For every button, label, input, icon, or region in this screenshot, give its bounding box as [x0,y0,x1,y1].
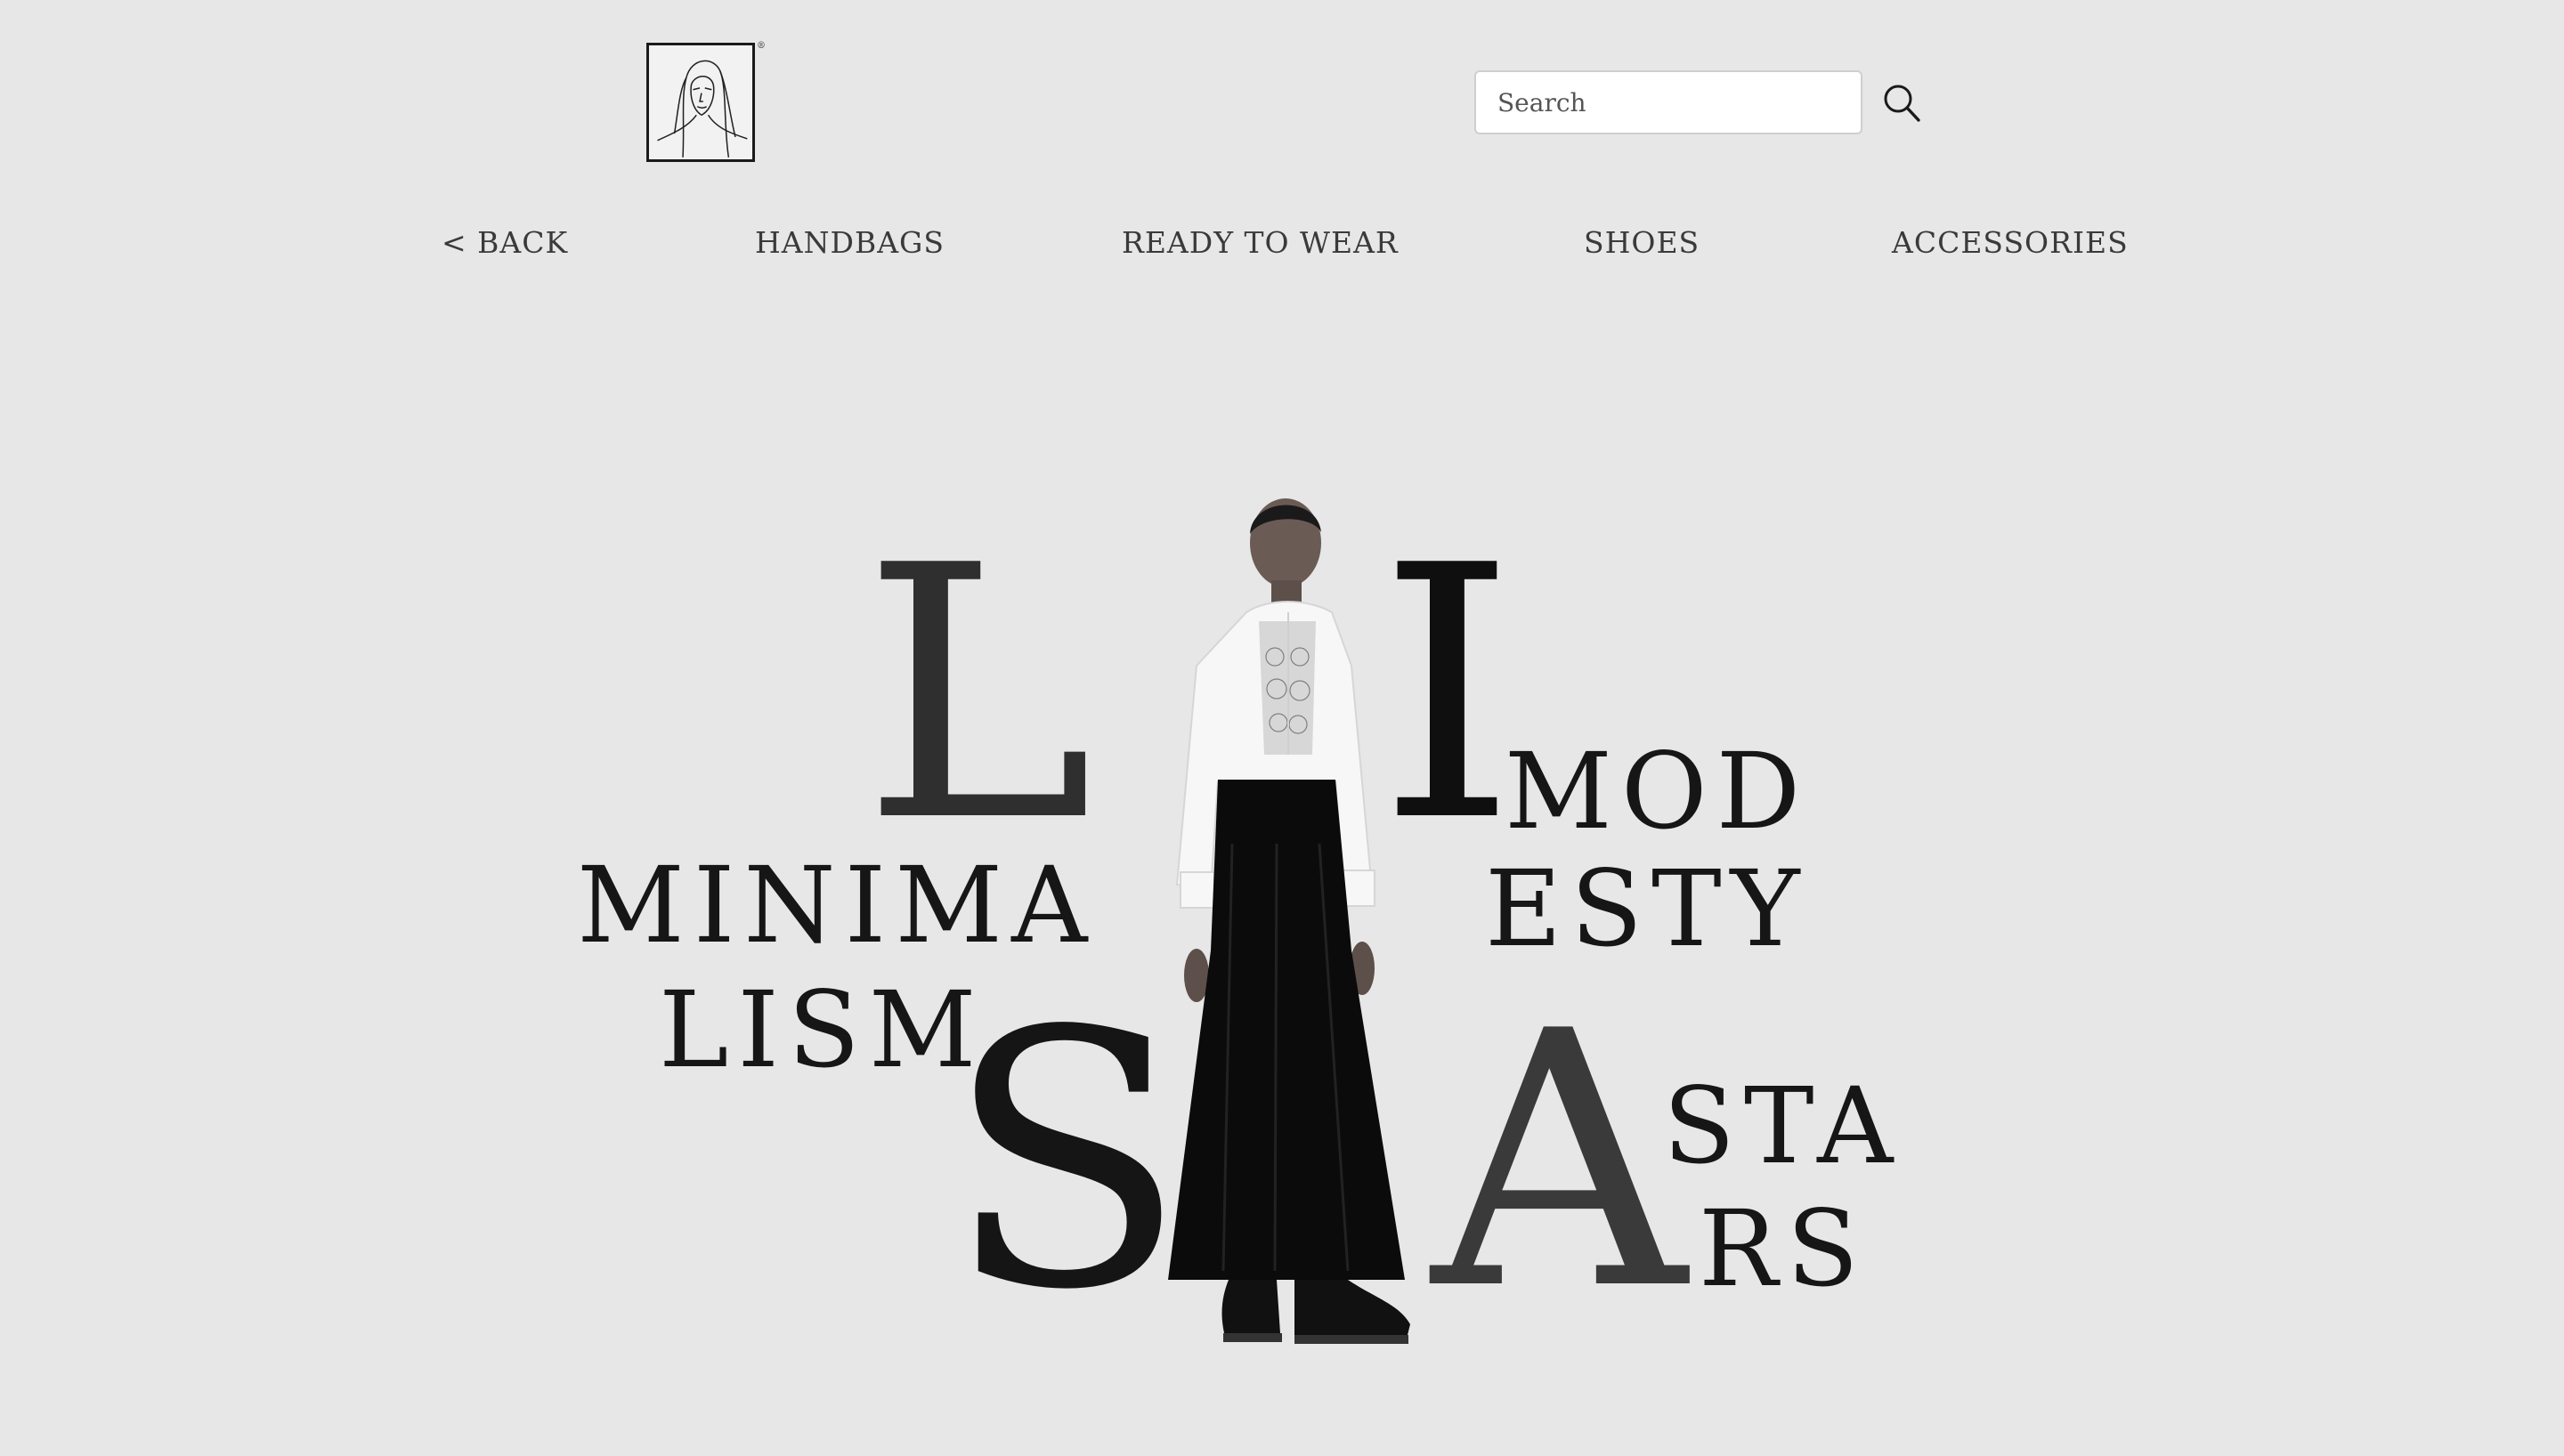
model-in-white-blouse-and-black-skirt [1161,488,1448,1356]
hero-letter-a: A [1432,957,1686,1367]
hero-word-rs: RS [1699,1187,1868,1310]
nav-accessories[interactable]: ACCESSORIES [1892,225,2129,260]
registered-mark: ® [757,41,766,51]
hero-word-minima: MINIMA [577,844,1097,967]
nav-back[interactable]: < BACK [442,225,568,260]
portrait-line-drawing-logo [657,60,748,158]
search-input[interactable] [1474,70,1862,134]
nav-shoes[interactable]: SHOES [1584,225,1700,260]
nav-handbags[interactable]: HANDBAGS [755,225,945,260]
nav-ready-to-wear[interactable]: READY TO WEAR [1122,225,1399,260]
hero-letter-l: L [862,492,1094,898]
hero-word-sta: STA [1663,1064,1903,1187]
page: ® < BACK HANDBAGS READY TO WEAR SHOES AC… [0,0,2564,1456]
logo[interactable] [646,43,755,162]
hero-word-mod: MOD [1505,730,1810,853]
hero-word-lism: LISM [659,968,986,1091]
hero-word-esty: ESTY [1485,847,1809,970]
search-icon[interactable] [1880,82,1923,125]
